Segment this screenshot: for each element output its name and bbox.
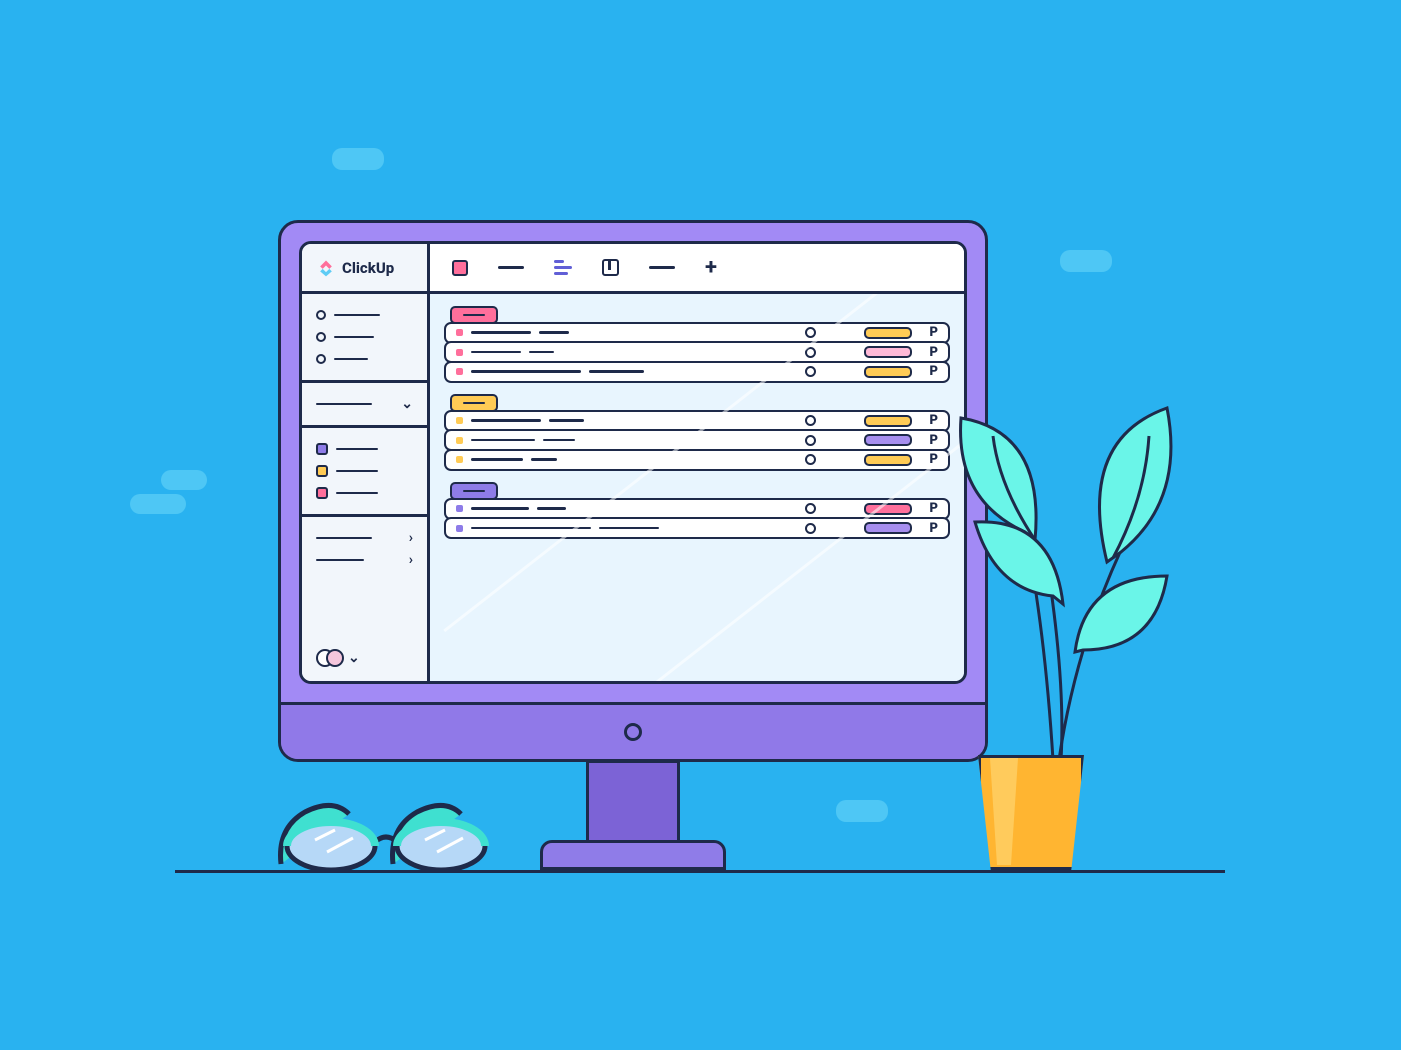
chevron-down-icon: ⌄ [348,650,360,666]
tag-pill[interactable] [864,346,912,358]
plant-pot-decoration [966,755,1096,870]
monitor-chin [281,702,985,759]
group-status-tab[interactable] [450,306,498,324]
group-status-tab[interactable] [450,394,498,412]
space-item[interactable] [316,460,413,482]
monitor-power-icon [624,723,642,741]
task-group: PPP [444,306,950,383]
app-logo[interactable]: ClickUp [302,244,427,294]
task-group: PPP [444,394,950,471]
view-item[interactable] [649,266,675,269]
assignee-icon[interactable] [805,327,816,338]
app-name: ClickUp [342,259,394,277]
clickup-logo-icon [316,258,336,278]
priority-flag-icon[interactable]: P [930,325,938,340]
sidebar-folders: › › [302,517,427,581]
priority-flag-icon[interactable]: P [930,345,938,360]
task-status-icon [456,437,463,444]
tag-pill[interactable] [864,434,912,446]
sidebar-spaces [302,428,427,517]
cloud-decoration [836,800,888,822]
assignee-icon[interactable] [805,435,816,446]
space-color-icon [316,465,328,477]
plant-decoration [935,390,1195,770]
sidebar-nav [302,294,427,383]
task-row[interactable]: P [444,449,950,471]
tag-pill[interactable] [864,522,912,534]
add-view-button[interactable]: + [705,257,717,279]
cloud-decoration [161,470,207,490]
monitor: ClickUp ⌄ › › [278,220,988,762]
nav-item[interactable] [316,304,413,326]
assignee-icon[interactable] [805,366,816,377]
cloud-decoration [130,494,186,514]
space-item[interactable] [316,438,413,460]
tag-pill[interactable] [864,503,912,515]
tag-pill[interactable] [864,415,912,427]
chevron-right-icon: › [409,530,413,546]
task-status-icon [456,368,463,375]
app-window: ClickUp ⌄ › › [299,241,967,684]
assignee-icon[interactable] [805,503,816,514]
folder-item[interactable]: › [316,549,413,571]
avatar-group-icon [316,649,344,667]
assignee-icon[interactable] [805,454,816,465]
chevron-down-icon: ⌄ [401,396,413,412]
view-item[interactable] [498,266,524,269]
task-status-icon [456,349,463,356]
main-area: + PPPPPPPP [430,244,964,681]
nav-item[interactable] [316,326,413,348]
task-status-icon [456,417,463,424]
cloud-decoration [1060,250,1112,272]
task-row[interactable]: P [444,517,950,539]
assignee-icon[interactable] [805,347,816,358]
sidebar: ClickUp ⌄ › › [302,244,430,681]
sidebar-footer[interactable]: ⌄ [302,639,427,681]
monitor-stand-base [540,840,726,870]
folder-item[interactable]: › [316,527,413,549]
task-status-icon [456,329,463,336]
task-list-content: PPPPPPPP [430,294,964,681]
view-board-icon[interactable] [602,259,619,276]
space-color-icon [316,487,328,499]
space-color-icon [316,443,328,455]
nav-item[interactable] [316,348,413,370]
assignee-icon[interactable] [805,415,816,426]
priority-flag-icon[interactable]: P [930,364,938,379]
tag-pill[interactable] [864,327,912,339]
task-group: PP [444,482,950,539]
cloud-decoration [332,148,384,170]
task-row[interactable]: P [444,429,950,451]
view-gantt-icon[interactable] [554,260,572,275]
task-status-icon [456,505,463,512]
plus-icon: + [705,257,717,279]
assignee-icon[interactable] [805,523,816,534]
view-list-icon[interactable] [452,260,468,276]
glasses-decoration [275,790,495,870]
group-status-tab[interactable] [450,482,498,500]
task-status-icon [456,456,463,463]
space-item[interactable] [316,482,413,504]
desk-surface [175,870,1225,873]
tag-pill[interactable] [864,454,912,466]
task-status-icon [456,525,463,532]
tag-pill[interactable] [864,366,912,378]
sidebar-spaces-header[interactable]: ⌄ [302,383,427,428]
chevron-right-icon: › [409,552,413,568]
monitor-stand [586,760,680,844]
task-row[interactable]: P [444,361,950,383]
view-tabs: + [430,244,964,294]
task-row[interactable]: P [444,341,950,363]
